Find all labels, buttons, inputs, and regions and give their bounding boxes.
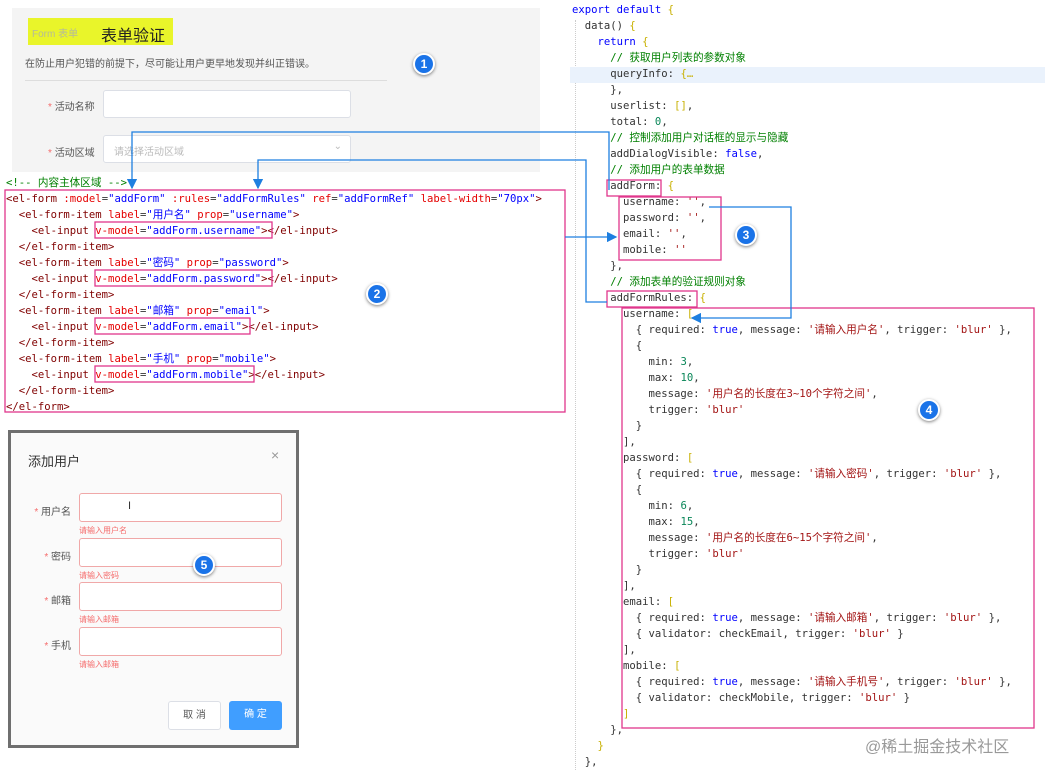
rules-box [621,307,1035,729]
vmodel-email-box [94,317,251,335]
vmodel-username-box [94,221,273,239]
badge-2: 2 [366,283,388,305]
watermark: @稀土掘金技术社区 [865,739,1010,756]
addformrules-key-box [606,290,698,308]
vmodel-password-box [94,269,273,287]
el-form-box [4,189,566,413]
badge-1: 1 [413,53,435,75]
addform-key-box [606,179,662,197]
badge-5: 5 [193,554,215,576]
vmodel-mobile-box [94,365,255,383]
badge-4: 4 [918,399,940,421]
addform-fields-box [618,196,722,261]
arrow-rules [252,159,607,303]
arrow-model [126,131,610,190]
annotation-overlay [4,131,1035,729]
badge-3: 3 [735,224,757,246]
